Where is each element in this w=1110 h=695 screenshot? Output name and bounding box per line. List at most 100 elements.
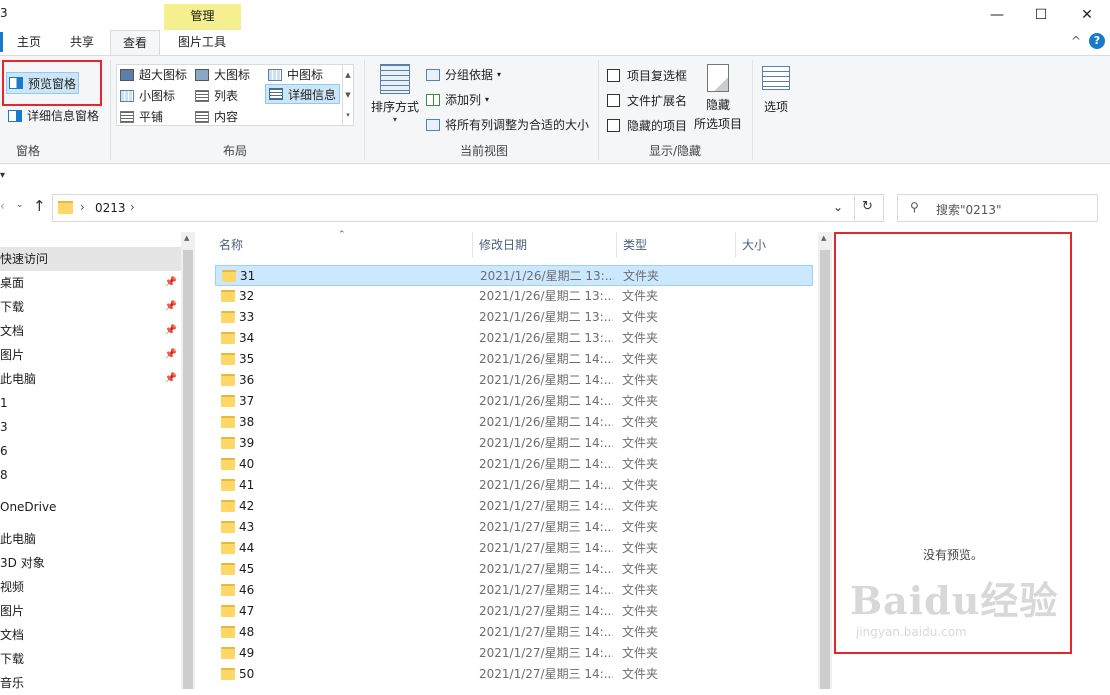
tab-picture-tools[interactable]: 图片工具 [166,30,238,55]
folder-icon [58,201,73,214]
breadcrumb-chevron-icon[interactable]: › [80,200,85,214]
file-row[interactable]: 31 2021/1/26/星期二 13:... 文件夹 [215,265,813,286]
pin-icon[interactable]: 📌 [165,295,177,319]
search-placeholder[interactable]: 搜索"0213" [936,201,1002,218]
nav-scrollbar-thumb[interactable] [183,250,193,689]
add-column-button[interactable]: 添加列 ▾ [426,91,489,108]
layout-gallery-scroll[interactable]: ▲ ▼ ▾ [342,65,353,125]
file-row[interactable]: 35 2021/1/26/星期二 14:... 文件夹 [215,349,813,370]
file-row[interactable]: 50 2021/1/27/星期三 14:... 文件夹 [215,664,813,685]
file-extensions-toggle[interactable]: 文件扩展名 [607,92,687,109]
pin-icon[interactable]: 📌 [165,271,177,295]
column-header-size[interactable]: 大小 [736,232,818,258]
nav-item[interactable]: 图片 [0,599,181,623]
column-header-modified[interactable]: 修改日期 [473,232,617,258]
group-by-button[interactable]: 分组依据 ▾ [426,66,501,83]
tab-share[interactable]: 共享 [60,30,104,55]
size-all-columns-button[interactable]: 将所有列调整为合适的大小 [426,116,589,133]
file-row[interactable]: 42 2021/1/27/星期三 14:... 文件夹 [215,496,813,517]
minimize-button[interactable]: — [974,0,1020,30]
file-row[interactable]: 44 2021/1/27/星期三 14:... 文件夹 [215,538,813,559]
hide-selected-items-button[interactable]: 隐藏 所选项目 [692,64,744,132]
hidden-items-toggle[interactable]: 隐藏的项目 [607,117,687,134]
search-box[interactable]: ⚲ 搜索"0213" [897,194,1098,222]
file-row[interactable]: 41 2021/1/26/星期二 14:... 文件夹 [215,475,813,496]
layout-list[interactable]: 列表 [195,87,238,104]
layout-extra-large-icons[interactable]: 超大图标 [120,66,187,83]
file-row[interactable]: 43 2021/1/27/星期三 14:... 文件夹 [215,517,813,538]
layout-small-icons[interactable]: 小图标 [120,87,175,104]
nav-item[interactable]: 文档 📌 [0,319,181,343]
pin-icon[interactable]: 📌 [165,367,177,391]
nav-item[interactable]: 1 [0,391,181,415]
recent-locations-icon[interactable]: ⌄ [16,200,24,210]
address-bar[interactable]: › 0213 › ⌄ ↻ [52,194,884,222]
options-button[interactable]: 选项 [758,66,794,115]
file-row[interactable]: 38 2021/1/26/星期二 14:... 文件夹 [215,412,813,433]
file-row[interactable]: 34 2021/1/26/星期二 13:... 文件夹 [215,328,813,349]
customize-toolbar-icon[interactable]: ▾ [0,170,5,181]
nav-item[interactable]: 下载 📌 [0,295,181,319]
file-row[interactable]: 33 2021/1/26/星期二 13:... 文件夹 [215,307,813,328]
details-pane-button[interactable]: 详细信息窗格 [8,107,99,124]
breadcrumb-chevron-icon[interactable]: › [130,200,135,214]
file-row[interactable]: 36 2021/1/26/星期二 14:... 文件夹 [215,370,813,391]
nav-item[interactable]: 桌面 📌 [0,271,181,295]
manage-context-tab[interactable]: 管理 [164,4,241,30]
nav-item[interactable]: 快速访问 [0,247,181,271]
file-row[interactable]: 46 2021/1/27/星期三 14:... 文件夹 [215,580,813,601]
layout-tiles[interactable]: 平铺 [120,108,163,125]
address-history-dropdown-icon[interactable]: ⌄ [833,200,843,214]
file-row[interactable]: 47 2021/1/27/星期三 14:... 文件夹 [215,601,813,622]
nav-item[interactable]: 6 [0,439,181,463]
nav-item[interactable]: 文档 [0,623,181,647]
nav-item[interactable]: 8 [0,463,181,487]
nav-item[interactable]: 此电脑 📌 [0,367,181,391]
list-scrollbar-thumb[interactable] [820,250,830,689]
file-extensions-checkbox[interactable] [607,94,620,107]
nav-item[interactable]: 下载 [0,647,181,671]
up-arrow-icon[interactable]: ↑ [33,197,46,215]
file-row[interactable]: 49 2021/1/27/星期三 14:... 文件夹 [215,643,813,664]
layout-details[interactable]: 详细信息 [265,84,341,104]
scroll-up-icon[interactable]: ▲ [184,234,189,242]
tab-view[interactable]: 查看 [110,30,160,56]
nav-item[interactable]: 视频 [0,575,181,599]
file-row[interactable]: 32 2021/1/26/星期二 13:... 文件夹 [215,286,813,307]
close-button[interactable]: ✕ [1064,0,1110,30]
sort-by-button[interactable]: 排序方式 ▾ [370,62,420,126]
column-header-name[interactable]: 名称 [213,232,473,258]
back-arrow-icon[interactable]: ‹ [0,199,5,213]
nav-item[interactable]: 3 [0,415,181,439]
hidden-items-checkbox[interactable] [607,119,620,132]
scroll-up-icon[interactable]: ▲ [821,234,826,242]
item-checkboxes-toggle[interactable]: 项目复选框 [607,67,687,84]
pin-icon[interactable]: 📌 [165,319,177,343]
file-tab-edge[interactable] [0,32,3,52]
layout-large-icons[interactable]: 大图标 [195,66,250,83]
nav-item[interactable]: 此电脑 [0,527,181,551]
file-row[interactable]: 37 2021/1/26/星期二 14:... 文件夹 [215,391,813,412]
nav-item[interactable]: 3D 对象 [0,551,181,575]
nav-item-label: OneDrive [0,500,57,514]
file-row[interactable]: 39 2021/1/26/星期二 14:... 文件夹 [215,433,813,454]
file-type: 文件夹 [622,331,659,345]
help-icon[interactable]: ? [1089,33,1105,49]
refresh-icon[interactable]: ↻ [862,199,873,214]
folder-icon [221,626,235,638]
file-row[interactable]: 40 2021/1/26/星期二 14:... 文件夹 [215,454,813,475]
file-row[interactable]: 48 2021/1/27/星期三 14:... 文件夹 [215,622,813,643]
item-checkboxes-checkbox[interactable] [607,69,620,82]
nav-item[interactable]: 音乐 [0,671,181,695]
nav-item[interactable]: OneDrive [0,495,181,519]
column-header-type[interactable]: 类型 [617,232,736,258]
pin-icon[interactable]: 📌 [165,343,177,367]
layout-medium-icons[interactable]: 中图标 [268,66,323,83]
maximize-button[interactable]: ☐ [1018,0,1064,30]
breadcrumb-path[interactable]: 0213 [95,201,126,215]
file-row[interactable]: 45 2021/1/27/星期三 14:... 文件夹 [215,559,813,580]
collapse-ribbon-icon[interactable]: ^ [1071,34,1081,48]
nav-item[interactable]: 图片 📌 [0,343,181,367]
layout-content[interactable]: 内容 [195,108,238,125]
tab-home[interactable]: 主页 [8,30,50,55]
